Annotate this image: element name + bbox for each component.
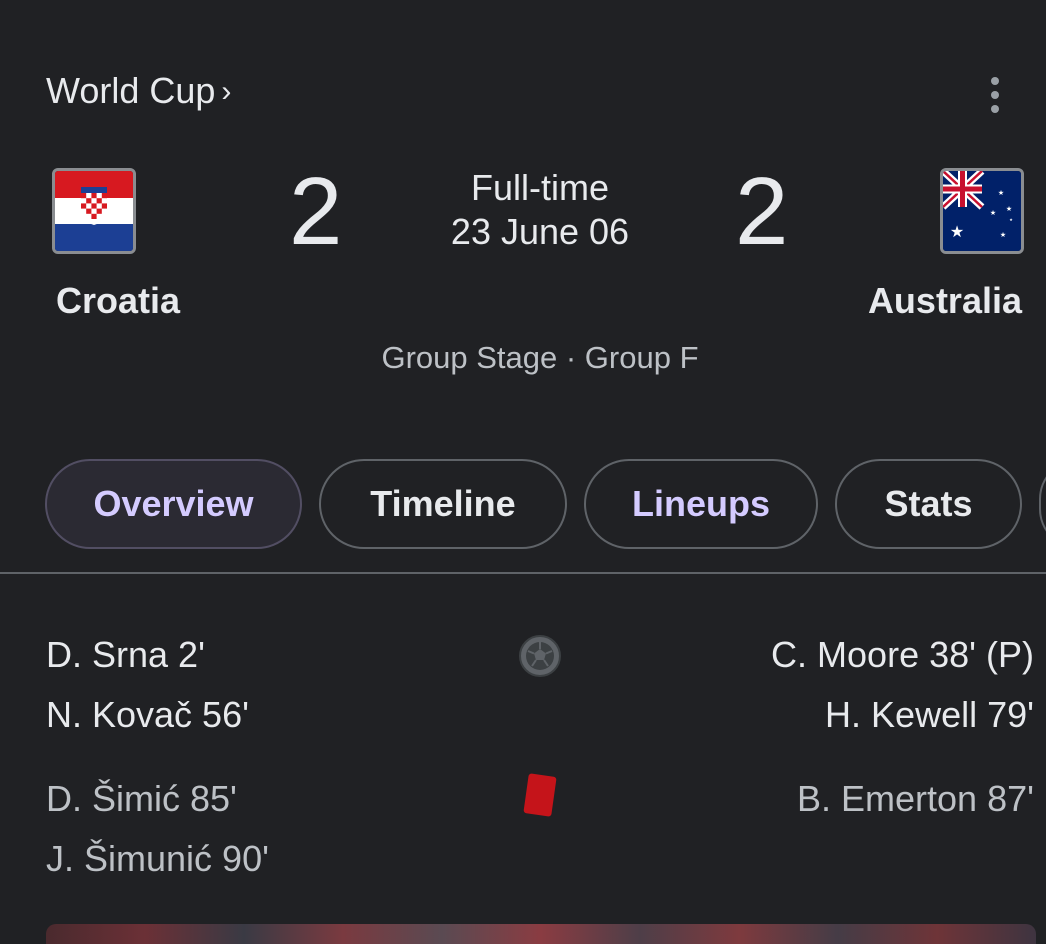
tab-timeline[interactable]: Timeline: [319, 459, 567, 549]
home-team-name[interactable]: Croatia: [56, 280, 180, 322]
match-photo[interactable]: [46, 924, 1036, 944]
tab-overview[interactable]: Overview: [45, 459, 302, 549]
home-red-card-event: J. Šimunić 90': [46, 838, 269, 879]
tab-lineups[interactable]: Lineups: [584, 459, 818, 549]
competition-link[interactable]: World Cup ›: [46, 66, 231, 116]
croatia-flag-icon[interactable]: [52, 168, 136, 254]
status-text: Full-time: [470, 167, 609, 208]
home-red-card-event: D. Šimić 85': [46, 778, 237, 819]
away-red-card-event: B. Emerton 87': [797, 778, 1034, 819]
match-status: Full-time 23 June 06: [390, 166, 690, 254]
australia-flag-icon[interactable]: ★ ★ ★ ★ ★ ★: [940, 168, 1024, 254]
red-card-icon: [522, 772, 558, 818]
divider: [0, 572, 1046, 574]
chevron-right-icon: ›: [221, 75, 232, 108]
away-goal-event: C. Moore 38' (P): [771, 634, 1034, 675]
svg-text:★: ★: [998, 189, 1004, 197]
home-score: 2: [289, 158, 343, 265]
home-goal-event: N. Kovač 56': [46, 694, 249, 735]
away-score: 2: [735, 158, 789, 265]
away-goal-event: H. Kewell 79': [825, 694, 1034, 735]
away-team-name[interactable]: Australia: [868, 280, 1022, 322]
svg-text:★: ★: [990, 209, 996, 217]
more-dot-icon: [991, 91, 999, 99]
soccer-ball-icon: [518, 634, 562, 678]
match-date: 23 June 06: [450, 211, 630, 252]
svg-text:★: ★: [950, 222, 964, 241]
competition-name[interactable]: World Cup: [46, 70, 215, 112]
match-stage: Group Stage · Group F: [381, 340, 699, 375]
tab-more-partial[interactable]: [1039, 459, 1046, 549]
match-card: World Cup › ★ ★ ★ ★ ★ ★ Croatia Australi…: [0, 0, 1046, 944]
home-goal-event: D. Srna 2': [46, 634, 205, 675]
svg-text:★: ★: [1000, 231, 1006, 239]
tab-stats[interactable]: Stats: [835, 459, 1022, 549]
more-dot-icon: [991, 105, 999, 113]
more-options-button[interactable]: [978, 74, 1012, 116]
more-dot-icon: [991, 77, 999, 85]
svg-text:★: ★: [1006, 205, 1012, 213]
svg-text:★: ★: [1009, 217, 1013, 222]
